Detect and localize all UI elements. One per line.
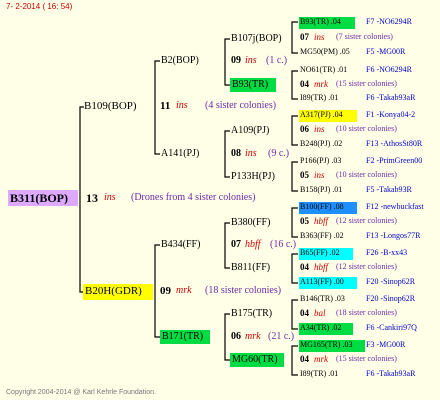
p2-ins-mark: mrk [176, 285, 192, 296]
ancestor-queen[interactable]: MG165(TR) .03 [300, 341, 352, 349]
ancestor-origin: F2 -PrimGreen00 [366, 156, 423, 165]
ancestor-generation: 05 [300, 170, 309, 180]
ancestor-note: (15 sister colonies) [336, 79, 397, 88]
ancestor-ins-mark: hbff [314, 216, 329, 226]
ancestor-origin: F13 -Longos77R [366, 231, 421, 240]
gp-a141[interactable]: A141(PJ) [161, 149, 199, 159]
ancestor-note: (12 sister colonies) [336, 216, 397, 225]
ancestor-note: (10 sister colonies) [336, 170, 397, 179]
ancestor-queen[interactable]: B363(FF) .02 [300, 232, 344, 240]
ancestor-note: (7 sister colonies) [336, 32, 393, 41]
root-generation: 13 [86, 191, 98, 205]
root-queen[interactable]: B311(BOP) [10, 192, 68, 204]
copyright: Copyright 2004-2014 @ Karl Kehrle Founda… [6, 389, 156, 396]
ancestor-origin: F12 -newbuckfast [366, 202, 424, 211]
ancestor-queen[interactable]: B146(TR) .03 [300, 295, 345, 303]
ancestor-origin: F26 -B-xx43 [366, 248, 408, 257]
ggp-a109[interactable]: A109(PJ) [231, 126, 269, 136]
ancestor-generation: 06 [300, 124, 309, 134]
ancestor-queen[interactable]: NO61(TR) .01 [300, 66, 347, 74]
ancestor-ins-mark: ins [314, 32, 325, 42]
ggp-b380[interactable]: B380(FF) [231, 218, 270, 228]
ancestor-queen[interactable]: A34(TR) .02 [300, 324, 341, 332]
ancestor-queen[interactable]: A113(FF) .00 [300, 278, 344, 286]
ancestor-ins-mark: ins [314, 124, 325, 134]
p1-note: (4 sister colonies) [205, 100, 277, 111]
ancestor-generation: 04 [300, 354, 309, 364]
ancestor-ins-mark: hbff [314, 262, 329, 272]
ancestor-queen[interactable]: P166(PJ) .03 [300, 157, 341, 165]
p1-generation: 11 [160, 100, 171, 112]
p2-note: (18 sister colonies) [205, 285, 282, 296]
ancestor-origin: F1 -Konya04-2 [366, 110, 416, 119]
ancestor-ins-mark: mrk [314, 354, 328, 364]
parent-b109[interactable]: B109(BOP) [84, 101, 137, 112]
ggp-b175-ins: mrk [245, 331, 261, 342]
ancestor-note: (15 sister colonies) [336, 354, 397, 363]
parent-b20h[interactable]: B20H(GDR) [85, 286, 142, 297]
ancestor-origin: F6 -NO6294R [366, 65, 413, 74]
ancestor-queen[interactable]: I89(TR) .01 [300, 94, 338, 102]
gp-b434[interactable]: B434(FF) [161, 240, 200, 250]
ggp-b380-ins: hbff [245, 239, 261, 250]
ancestor-origin: F13 -AthosSt80R [366, 139, 423, 148]
ggp-b175-note: (21 c.) [268, 331, 295, 342]
ancestor-generation: 04 [300, 79, 309, 89]
root-drones-note: (Drones from 4 sister colonies) [131, 192, 256, 203]
ggp-b175[interactable]: B175(TR) [231, 309, 272, 319]
ancestor-ins-mark: ins [314, 170, 325, 180]
ancestor-generation: 04 [300, 262, 309, 272]
ancestor-queen[interactable]: B65(FF) .02 [300, 249, 340, 257]
ancestor-origin: F6 -Takab93aR [366, 93, 416, 102]
ancestor-note: (18 sister colonies) [336, 308, 397, 317]
gp-b2[interactable]: B2(BOP) [161, 56, 199, 66]
p1-ins-mark: ins [176, 100, 188, 111]
ancestor-origin: F20 -Sinop62R [366, 294, 416, 303]
ancestor-generation: 04 [300, 308, 309, 318]
ggp-b107j[interactable]: B107j(BOP) [231, 34, 282, 44]
ancestor-queen[interactable]: B93(TR) .04 [300, 18, 341, 26]
ancestor-origin: F3 -MG00R [366, 340, 406, 349]
ggp-p133h[interactable]: P133H(PJ) [231, 172, 275, 182]
ancestor-ins-mark: mrk [314, 79, 328, 89]
ancestor-queen[interactable]: MG50(PM) .05 [300, 48, 350, 56]
ggp-a109-ins: ins [245, 148, 257, 159]
ancestor-queen[interactable]: B100(FF) .08 [300, 203, 344, 211]
ggp-b380-note: (16 c.) [270, 239, 297, 250]
ggp-b107j-ins: ins [245, 55, 257, 66]
ancestor-queen[interactable]: I89(TR) .01 [300, 370, 338, 378]
ggp-mg60[interactable]: MG60(TR) [232, 355, 278, 365]
ancestor-queen[interactable]: B248(PJ) .02 [300, 140, 342, 148]
ancestor-generation: 07 [300, 32, 309, 42]
ancestor-note: (10 sister colonies) [336, 124, 397, 133]
ggp-b107j-gen: 09 [231, 55, 241, 66]
pedigree-page: 7- 2-2014 ( 16: 54) B311(BOP) 13 ins (Dr… [0, 0, 440, 400]
ancestor-origin: F6 -Takab93aR [366, 369, 416, 378]
ancestor-queen[interactable]: A317(PJ) .04 [300, 111, 343, 119]
ggp-b380-gen: 07 [231, 239, 241, 250]
gp-b171[interactable]: B171(TR) [162, 332, 203, 342]
ggp-b175-gen: 06 [231, 331, 241, 342]
ancestor-origin: F5 -Takab93R [366, 185, 412, 194]
ancestor-generation: 05 [300, 216, 309, 226]
root-ins-mark: ins [104, 192, 116, 203]
ggp-b107j-note: (1 c.) [266, 55, 288, 66]
ancestor-origin: F7 -NO6294R [366, 17, 413, 26]
ggp-a109-note: (9 c.) [268, 148, 290, 159]
ancestor-ins-mark: bal [314, 308, 326, 318]
p2-generation: 09 [160, 285, 171, 297]
ggp-b811[interactable]: B811(FF) [231, 263, 270, 273]
ggp-b93[interactable]: B93(TR) [232, 80, 268, 90]
ancestor-origin: F20 -Sinop62R [366, 277, 416, 286]
ancestor-origin: F6 -Cankiri97Q [366, 323, 417, 332]
ggp-a109-gen: 08 [231, 148, 241, 159]
ancestor-origin: F5 -MG00R [366, 47, 406, 56]
ancestor-note: (12 sister colonies) [336, 262, 397, 271]
ancestor-queen[interactable]: B158(PJ) .01 [300, 186, 342, 194]
